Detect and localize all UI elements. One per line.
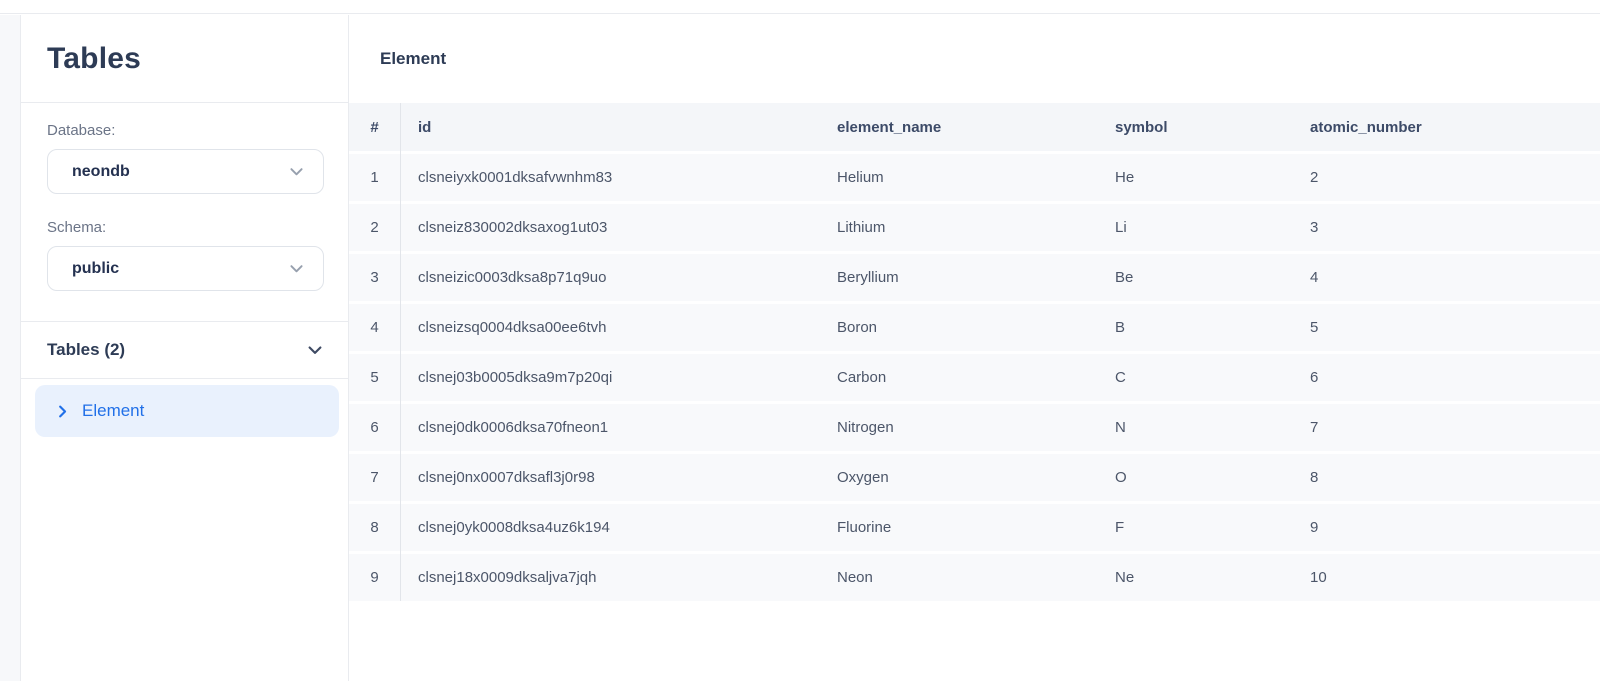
column-header-id: id [400, 103, 819, 151]
atomic-number-cell: 5 [1292, 304, 1600, 351]
top-strip [0, 0, 1600, 14]
column-header-symbol: symbol [1097, 103, 1292, 151]
selected-table-title: Element [380, 49, 446, 69]
row-index-cell: 2 [349, 204, 400, 251]
database-select[interactable]: neondb [47, 149, 324, 194]
table-row: 7 clsnej0nx0007dksafl3j0r98 Oxygen O 8 [349, 454, 1600, 504]
table-header-row: # id element_name symbol atomic_number [349, 103, 1600, 154]
table-row: 9 clsnej18x0009dksaljva7jqh Neon Ne 10 [349, 554, 1600, 604]
element-name-cell: Beryllium [819, 254, 1097, 301]
database-label: Database: [47, 122, 324, 139]
atomic-number-cell: 7 [1292, 404, 1600, 451]
chevron-down-icon [306, 341, 324, 359]
index-column-separator [400, 103, 401, 601]
atomic-number-cell: 6 [1292, 354, 1600, 401]
chevron-down-icon [288, 260, 305, 277]
chevron-right-icon [55, 404, 70, 419]
table-row: 4 clsneizsq0004dksa00ee6tvh Boron B 5 [349, 304, 1600, 354]
element-name-cell: Boron [819, 304, 1097, 351]
row-index-cell: 8 [349, 504, 400, 551]
symbol-cell: N [1097, 404, 1292, 451]
atomic-number-cell: 8 [1292, 454, 1600, 501]
id-cell: clsnej03b0005dksa9m7p20qi [400, 354, 819, 401]
sidebar-item-label: Element [82, 401, 144, 421]
row-index-cell: 1 [349, 154, 400, 201]
sidebar-controls: Database: neondb Schema: public [21, 103, 348, 321]
schema-select[interactable]: public [47, 246, 324, 291]
id-cell: clsneizsq0004dksa00ee6tvh [400, 304, 819, 351]
element-name-cell: Neon [819, 554, 1097, 601]
main-panel: Element # id element_name symbol atomic_… [349, 15, 1600, 681]
symbol-cell: F [1097, 504, 1292, 551]
id-cell: clsneiz830002dksaxog1ut03 [400, 204, 819, 251]
table-row: 2 clsneiz830002dksaxog1ut03 Lithium Li 3 [349, 204, 1600, 254]
row-index-cell: 4 [349, 304, 400, 351]
atomic-number-cell: 9 [1292, 504, 1600, 551]
element-name-cell: Helium [819, 154, 1097, 201]
id-cell: clsnej18x0009dksaljva7jqh [400, 554, 819, 601]
table-row: 3 clsneizic0003dksa8p71q9uo Beryllium Be… [349, 254, 1600, 304]
row-index-cell: 5 [349, 354, 400, 401]
symbol-cell: He [1097, 154, 1292, 201]
left-gutter [0, 15, 21, 681]
id-cell: clsneiyxk0001dksafvwnhm83 [400, 154, 819, 201]
database-select-value: neondb [72, 163, 130, 181]
row-index-cell: 6 [349, 404, 400, 451]
table-row: 5 clsnej03b0005dksa9m7p20qi Carbon C 6 [349, 354, 1600, 404]
row-index-cell: 3 [349, 254, 400, 301]
atomic-number-cell: 10 [1292, 554, 1600, 601]
id-cell: clsnej0dk0006dksa70fneon1 [400, 404, 819, 451]
schema-select-value: public [72, 260, 119, 278]
tables-section-label: Tables (2) [47, 340, 125, 360]
element-name-cell: Carbon [819, 354, 1097, 401]
element-name-cell: Nitrogen [819, 404, 1097, 451]
chevron-down-icon [288, 163, 305, 180]
symbol-cell: C [1097, 354, 1292, 401]
sidebar-header: Tables [21, 15, 348, 103]
atomic-number-cell: 3 [1292, 204, 1600, 251]
app-body: Tables Database: neondb Schema: public [0, 15, 1600, 681]
tables-page: Tables Database: neondb Schema: public [0, 0, 1600, 681]
page-title: Tables [47, 42, 141, 76]
id-cell: clsneizic0003dksa8p71q9uo [400, 254, 819, 301]
sidebar-item-element[interactable]: Element [35, 385, 339, 437]
symbol-cell: Be [1097, 254, 1292, 301]
atomic-number-cell: 4 [1292, 254, 1600, 301]
table-list: Element [21, 379, 348, 681]
symbol-cell: O [1097, 454, 1292, 501]
column-header-index: # [349, 103, 400, 151]
table-body: 1 clsneiyxk0001dksafvwnhm83 Helium He 2 … [349, 154, 1600, 604]
symbol-cell: B [1097, 304, 1292, 351]
row-index-cell: 9 [349, 554, 400, 601]
sidebar: Tables Database: neondb Schema: public [21, 15, 349, 681]
column-header-atomic-number: atomic_number [1292, 103, 1600, 151]
element-name-cell: Lithium [819, 204, 1097, 251]
element-name-cell: Oxygen [819, 454, 1097, 501]
schema-label: Schema: [47, 219, 324, 236]
table-row: 6 clsnej0dk0006dksa70fneon1 Nitrogen N 7 [349, 404, 1600, 454]
symbol-cell: Ne [1097, 554, 1292, 601]
main-header: Element [349, 15, 1600, 103]
atomic-number-cell: 2 [1292, 154, 1600, 201]
element-name-cell: Fluorine [819, 504, 1097, 551]
row-index-cell: 7 [349, 454, 400, 501]
table-row: 1 clsneiyxk0001dksafvwnhm83 Helium He 2 [349, 154, 1600, 204]
table-row: 8 clsnej0yk0008dksa4uz6k194 Fluorine F 9 [349, 504, 1600, 554]
id-cell: clsnej0nx0007dksafl3j0r98 [400, 454, 819, 501]
id-cell: clsnej0yk0008dksa4uz6k194 [400, 504, 819, 551]
symbol-cell: Li [1097, 204, 1292, 251]
tables-section-toggle[interactable]: Tables (2) [21, 321, 348, 379]
column-header-element-name: element_name [819, 103, 1097, 151]
